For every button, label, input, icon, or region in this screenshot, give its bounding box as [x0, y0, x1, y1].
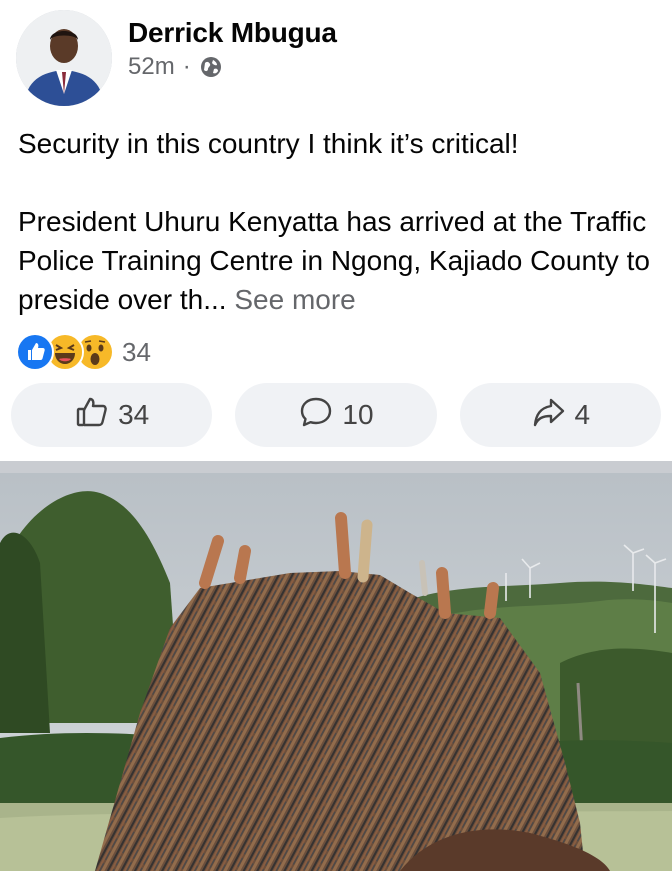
- action-bar: 34 10 4: [11, 383, 661, 447]
- author-name[interactable]: Derrick Mbugua: [128, 17, 337, 49]
- post-body: Security in this country I think it’s cr…: [18, 124, 658, 319]
- comment-button[interactable]: 10: [235, 383, 437, 447]
- post-text-line1: Security in this country I think it’s cr…: [18, 128, 519, 159]
- post-text-paragraph: President Uhuru Kenyatta has arrived at …: [18, 202, 658, 319]
- post-photo[interactable]: [0, 473, 672, 871]
- comment-count: 10: [342, 399, 374, 430]
- comment-icon: [298, 394, 334, 437]
- thumbs-up-icon: [74, 394, 110, 437]
- share-icon: [531, 394, 567, 437]
- see-more-link[interactable]: See more: [234, 284, 355, 315]
- post-meta: 52m ·: [128, 53, 223, 81]
- like-button[interactable]: 34: [11, 383, 213, 447]
- reaction-count: 34: [122, 336, 151, 367]
- reaction-summary[interactable]: 34: [16, 333, 151, 371]
- post-timestamp[interactable]: 52m: [128, 53, 175, 81]
- globe-icon: [199, 55, 223, 79]
- section-divider: [0, 461, 672, 473]
- author-avatar[interactable]: [16, 10, 112, 106]
- share-button[interactable]: 4: [459, 383, 661, 447]
- share-count: 4: [574, 399, 591, 430]
- like-count: 34: [118, 399, 150, 430]
- meta-separator: ·: [182, 53, 191, 80]
- like-icon: [16, 333, 54, 371]
